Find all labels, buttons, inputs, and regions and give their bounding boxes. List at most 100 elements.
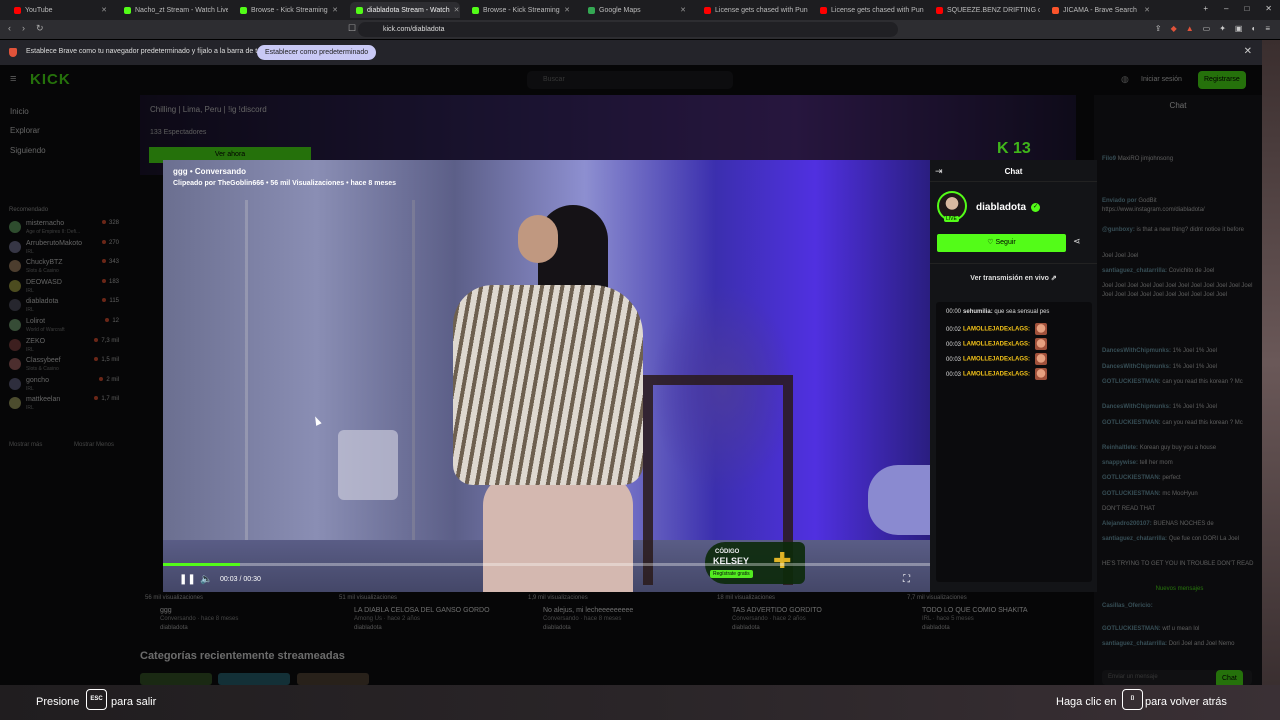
tab-close-icon[interactable]: ✕ <box>101 6 107 14</box>
recommended-channel[interactable]: goncho IRL 2 mil <box>9 377 119 397</box>
recommended-channel[interactable]: Lolirot World of Warcraft 12 <box>9 318 119 338</box>
clip-player[interactable]: ggg • Conversando Clipeado por TheGoblin… <box>163 160 930 592</box>
volume-icon[interactable]: 🔈 <box>200 574 212 585</box>
language-icon[interactable]: ◍ <box>1121 74 1129 85</box>
browser-tab[interactable]: YouTube ✕ <box>8 2 113 18</box>
chat-username[interactable]: GOTLUCKIESTMAN: <box>1102 379 1161 385</box>
recommended-channel[interactable]: ArruberutoMakoto IRL 270 <box>9 240 119 260</box>
browser-tab[interactable]: Nacho_zt Stream - Watch Live on✕ <box>118 2 228 18</box>
category-thumb[interactable] <box>297 673 369 685</box>
chat-username[interactable]: Alejandro200107: <box>1102 521 1152 527</box>
chat-username[interactable]: Filo9 <box>1102 156 1116 162</box>
maximize-icon[interactable]: □ <box>1244 4 1249 13</box>
chat-username[interactable]: GOTLUCKIESTMAN: <box>1102 420 1161 426</box>
share-icon[interactable]: ⇪ <box>1155 24 1162 33</box>
message-username[interactable]: LAMOLLEJADExLAGS: <box>963 372 1030 378</box>
nav-home[interactable]: Inicio <box>10 107 29 116</box>
extensions-icon[interactable]: ✦ <box>1219 24 1226 33</box>
minimize-icon[interactable]: – <box>1224 4 1228 13</box>
chat-username[interactable]: @gunboxy: <box>1102 227 1135 233</box>
channel-name[interactable]: diabladota <box>976 202 1026 213</box>
sidebar-toggle-icon[interactable]: ▭ <box>1203 24 1211 33</box>
recommended-channel[interactable]: mattkeelan IRL 1,7 mil <box>9 396 119 416</box>
message-username[interactable]: LAMOLLEJADExLAGS: <box>963 327 1030 333</box>
chat-username[interactable]: Enviado por <box>1102 198 1137 204</box>
search-input[interactable]: Buscar <box>527 71 733 89</box>
viewer-count: 7,3 mil <box>94 338 119 344</box>
url-field[interactable]: kick.com/diabladota <box>358 22 898 37</box>
watch-live-link[interactable]: Ver transmisión en vivo ⇗ <box>930 274 1097 282</box>
chat-text: HE'S TRYING TO GET YOU IN TROUBLE DON'T … <box>1102 561 1254 567</box>
fullscreen-icon[interactable]: ⛶ <box>903 574 910 585</box>
message-time: 00:02 <box>946 326 962 333</box>
chat-username[interactable]: snappywise: <box>1102 460 1138 466</box>
register-button[interactable]: Registrarse <box>1198 71 1246 89</box>
menu-icon[interactable]: ≡ <box>1265 24 1270 33</box>
chat-username[interactable]: DancesWithChipmunks: <box>1102 364 1171 370</box>
infobar-close-icon[interactable]: ✕ <box>1244 46 1252 57</box>
recommended-channel[interactable]: ZEKO IRL 7,3 mil <box>9 338 119 358</box>
recommended-channel[interactable]: Classybeef Slots & Casino 1,5 mil <box>9 357 119 377</box>
message-username[interactable]: sehumilia: <box>963 309 993 315</box>
nav-explore[interactable]: Explorar <box>10 126 40 135</box>
reload-icon[interactable]: ↻ <box>36 23 44 34</box>
show-less-link[interactable]: Mostrar Menos <box>74 442 114 448</box>
chat-username[interactable]: DancesWithChipmunks: <box>1102 404 1171 410</box>
recommended-channel[interactable]: misternacho Age of Empires II: Defi... 328 <box>9 220 119 240</box>
kick-logo[interactable]: KICK <box>30 71 71 88</box>
wallet-icon[interactable]: ▣ <box>1235 24 1243 33</box>
bookmark-icon[interactable]: ☐ <box>348 23 356 34</box>
tab-close-icon[interactable]: ✕ <box>680 6 686 14</box>
video-frame[interactable] <box>163 160 930 592</box>
browser-tab[interactable]: diabladota Stream - Watch ✕ <box>350 2 460 18</box>
avatar <box>9 279 21 292</box>
chat-username[interactable]: Casillas_Ofericio: <box>1102 603 1153 609</box>
chat-username[interactable]: GOTLUCKIESTMAN: <box>1102 626 1161 632</box>
chat-username[interactable]: santiaguez_chatarrilla: <box>1102 268 1167 274</box>
browser-tab[interactable]: JICAMA - Brave Search ✕ <box>1046 2 1156 18</box>
follow-button[interactable]: ♡ Seguir <box>937 234 1066 252</box>
channel-name: ChuckyBTZ <box>26 259 63 267</box>
hamburger-icon[interactable]: ≡ <box>10 73 16 85</box>
chat-username[interactable]: DancesWithChipmunks: <box>1102 348 1171 354</box>
close-window-icon[interactable]: ✕ <box>1265 4 1272 13</box>
new-messages-label[interactable]: Nuevos mensajes <box>1102 585 1257 594</box>
show-more-link[interactable]: Mostrar más <box>9 442 42 448</box>
chat-username[interactable]: Reinhaltlete: <box>1102 445 1138 451</box>
chat-username[interactable]: GOTLUCKIESTMAN: <box>1102 475 1161 481</box>
chat-username[interactable]: GOTLUCKIESTMAN: <box>1102 491 1161 497</box>
nav-following[interactable]: Siguiendo <box>10 146 46 155</box>
recommended-channel[interactable]: ChuckyBTZ Slots & Casino 343 <box>9 259 119 279</box>
message-username[interactable]: LAMOLLEJADExLAGS: <box>963 342 1030 348</box>
chat-username[interactable]: santiaguez_chatarrilla: <box>1102 641 1167 647</box>
chat-username[interactable]: santiaguez_chatarrilla: <box>1102 536 1167 542</box>
set-default-button[interactable]: Establecer como predeterminado <box>257 45 377 60</box>
browser-tab[interactable]: License gets chased with Punchma✕ <box>814 2 924 18</box>
login-button[interactable]: Iniciar sesión <box>1141 76 1182 83</box>
browser-tab[interactable]: SQUEEZE.BENZ DRIFTING on TIM✕ <box>930 2 1040 18</box>
tab-close-icon[interactable]: ✕ <box>1144 6 1150 14</box>
recommended-channel[interactable]: diabladota IRL 115 <box>9 298 119 318</box>
recommended-channel[interactable]: DEOWASD IRL 183 <box>9 279 119 299</box>
new-tab-button[interactable]: + <box>1203 4 1208 13</box>
share-icon[interactable]: ⋖ <box>1073 236 1081 247</box>
tab-close-icon[interactable]: ✕ <box>454 6 460 14</box>
browser-tab[interactable]: License gets chased with Punchma✕ <box>698 2 808 18</box>
click-label: Haga clic en <box>1056 696 1117 708</box>
back-icon[interactable]: ‹ <box>8 23 11 33</box>
person-shirt <box>453 285 643 485</box>
pause-icon[interactable]: ❚❚ <box>179 574 196 585</box>
browser-tab[interactable]: Google Maps ✕ <box>582 2 692 18</box>
tab-close-icon[interactable]: ✕ <box>332 6 338 14</box>
browser-tab[interactable]: Browse - Kick Streaming ✕ <box>466 2 576 18</box>
category-thumb[interactable] <box>218 673 290 685</box>
vpn-icon[interactable]: ◐ <box>1251 24 1256 33</box>
rewards-icon[interactable]: ▲ <box>1186 24 1194 33</box>
progress-bar[interactable] <box>163 563 930 566</box>
browser-tab[interactable]: Browse - Kick Streaming ✕ <box>234 2 344 18</box>
forward-icon[interactable]: › <box>22 23 25 33</box>
tab-close-icon[interactable]: ✕ <box>564 6 570 14</box>
category-thumb[interactable] <box>140 673 212 685</box>
message-username[interactable]: LAMOLLEJADExLAGS: <box>963 357 1030 363</box>
brave-shield-icon[interactable]: ◆ <box>1171 24 1177 33</box>
